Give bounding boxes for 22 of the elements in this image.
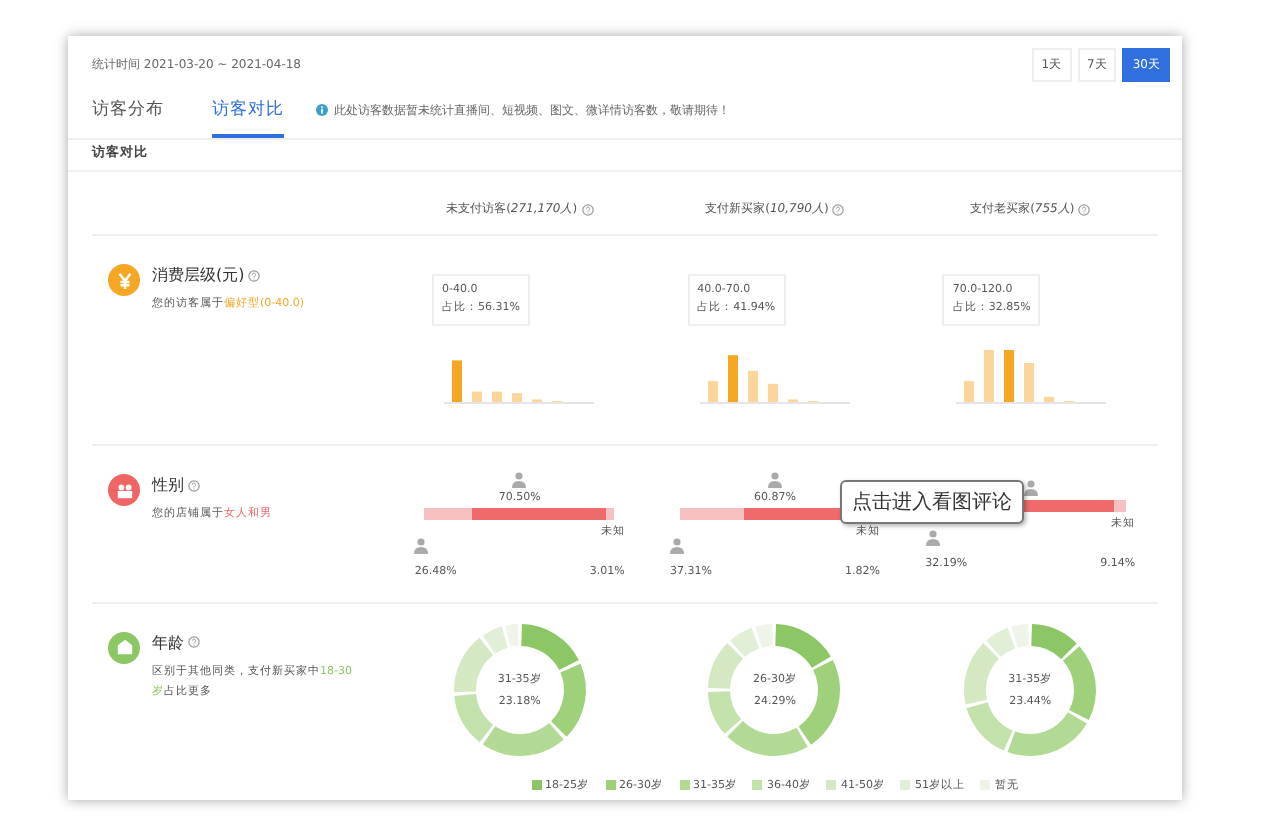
tab[interactable]: 访客分布 xyxy=(92,98,164,138)
person-icon xyxy=(669,537,684,554)
tooltip[interactable]: 点击进入看图评论 xyxy=(840,480,1024,524)
info-icon xyxy=(316,104,328,116)
help-icon[interactable] xyxy=(248,269,261,281)
tab[interactable]: 访客对比 xyxy=(212,98,284,138)
row-title: 年龄 xyxy=(152,631,184,654)
person-icon xyxy=(414,537,429,554)
help-icon[interactable] xyxy=(188,479,200,492)
help-icon[interactable] xyxy=(581,203,594,215)
row-title: 消费层级(元) xyxy=(152,264,245,286)
help-icon[interactable] xyxy=(188,636,200,649)
row-title: 性别 xyxy=(152,474,184,497)
person-icon xyxy=(925,529,940,546)
person-icon xyxy=(767,471,782,488)
people-icon xyxy=(115,481,133,500)
help-icon[interactable] xyxy=(1078,203,1091,215)
yen-icon xyxy=(115,271,133,289)
help-icon[interactable] xyxy=(832,203,845,215)
person-icon xyxy=(1023,479,1038,496)
person-icon xyxy=(512,471,527,488)
building-icon xyxy=(115,638,133,657)
